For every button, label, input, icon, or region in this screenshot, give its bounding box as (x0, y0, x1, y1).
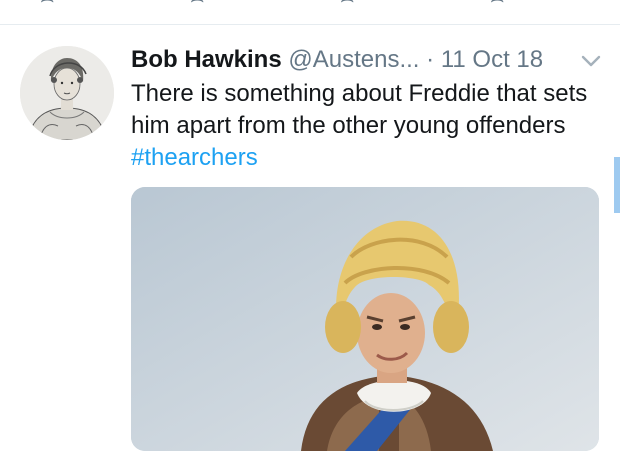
hashtag-link[interactable]: #thearchers (131, 144, 258, 171)
tweet-body: There is something about Freddie that se… (131, 78, 591, 174)
retweet-icon[interactable]: ⌢ (190, 0, 204, 10)
portrait-avatar-icon (20, 46, 114, 140)
tweet-date[interactable]: 11 Oct 18 (441, 46, 543, 73)
photo-icon (131, 187, 599, 451)
chevron-down-icon[interactable] (580, 52, 602, 70)
avatar[interactable] (20, 46, 114, 140)
tweet-page: ⌢ ⌢ ⌢ ⌢ Bob Hawkins (0, 0, 620, 465)
tweet-media-image[interactable] (131, 187, 599, 451)
separator-dot: · (426, 46, 435, 73)
scrollbar-thumb[interactable] (614, 157, 620, 213)
user-handle[interactable]: @Austens... (288, 46, 419, 73)
previous-tweet-action-bar: ⌢ ⌢ ⌢ ⌢ (0, 0, 620, 25)
share-icon[interactable]: ⌢ (490, 0, 504, 10)
tweet-header: Bob Hawkins @Austens... · 11 Oct 18 (131, 44, 611, 76)
reply-icon[interactable]: ⌢ (40, 0, 54, 10)
like-icon[interactable]: ⌢ (340, 0, 354, 10)
tweet-text: There is something about Freddie that se… (131, 80, 588, 139)
display-name[interactable]: Bob Hawkins (131, 46, 282, 73)
